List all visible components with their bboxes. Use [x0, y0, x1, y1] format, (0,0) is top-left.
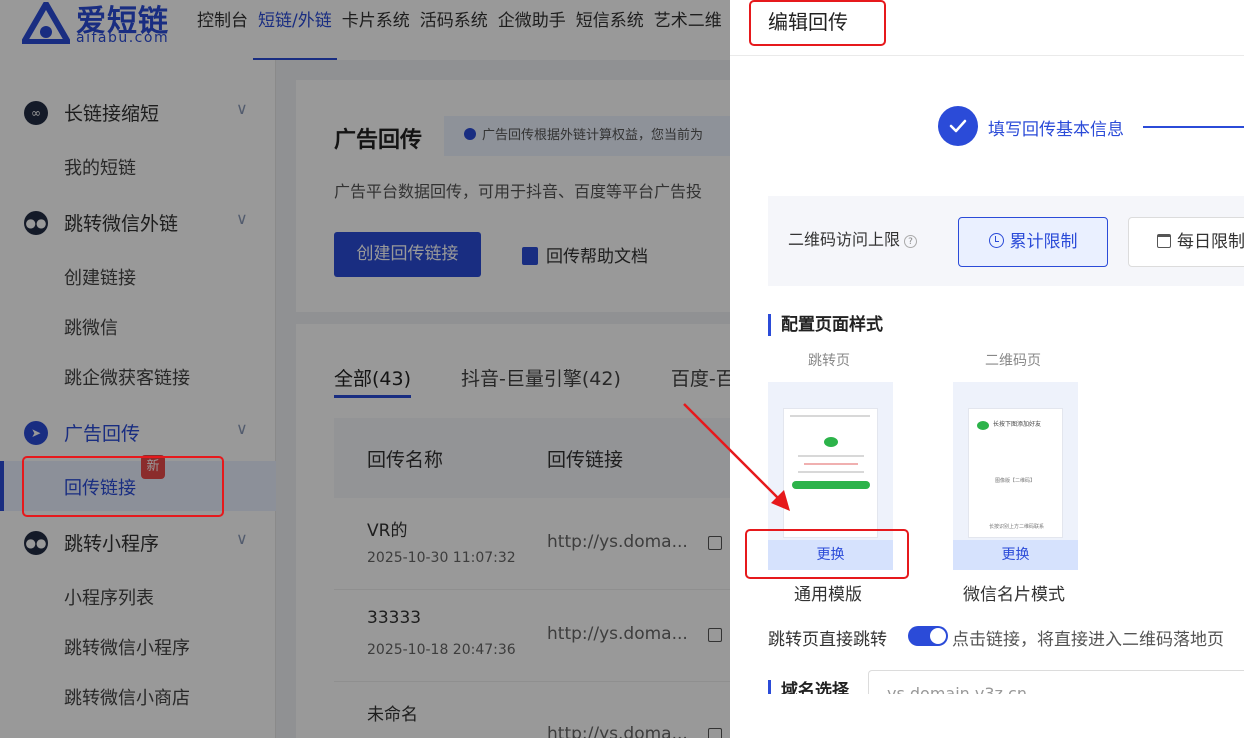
- template-preview: 长按下图添加好友 图像版【二维码】 长按识别上方二维码联系: [968, 408, 1063, 538]
- wechat-preview-icon: [824, 437, 838, 447]
- annotation-highlight-title: [749, 0, 886, 46]
- jump-page-label: 跳转页: [808, 353, 850, 369]
- template-preview: [783, 408, 878, 538]
- preview-qr-placeholder: 图像版【二维码】: [995, 478, 1036, 484]
- drawer-footer: [730, 694, 1244, 738]
- edit-callback-drawer: 编辑回传 填写回传基本信息 二维码访问上限? 累计限制 每日限制 配置页面样式 …: [730, 0, 1244, 738]
- direct-jump-label: 跳转页直接跳转: [768, 630, 887, 650]
- cumulative-limit-label: 累计限制: [1009, 232, 1078, 252]
- qr-access-limit-label: 二维码访问上限?: [788, 226, 918, 250]
- qr-access-limit-text: 二维码访问上限: [788, 230, 901, 249]
- cumulative-limit-button[interactable]: 累计限制: [958, 217, 1108, 267]
- annotation-highlight-sidebar: [22, 456, 224, 517]
- step-label-basic-info: 填写回传基本信息: [988, 120, 1124, 140]
- modal-overlay[interactable]: [0, 0, 730, 738]
- drawer-header-divider: [730, 55, 1244, 56]
- check-icon: [949, 119, 967, 133]
- annotation-highlight-change: [745, 529, 909, 579]
- question-icon[interactable]: ?: [904, 235, 918, 248]
- clock-icon: [988, 233, 1004, 248]
- change-qr-template-button[interactable]: 更换: [953, 540, 1078, 570]
- daily-limit-button[interactable]: 每日限制: [1128, 217, 1244, 267]
- preview-green-button: [792, 481, 870, 489]
- preview-text-line: [804, 463, 858, 465]
- wechat-preview-icon: [977, 421, 989, 430]
- qr-access-limit-row: 二维码访问上限? 累计限制 每日限制: [768, 196, 1244, 286]
- direct-jump-toggle[interactable]: [908, 626, 948, 646]
- qr-page-template[interactable]: 长按下图添加好友 图像版【二维码】 长按识别上方二维码联系 更换: [953, 382, 1078, 570]
- daily-limit-label: 每日限制: [1177, 232, 1244, 252]
- template-name-card: 微信名片模式: [963, 585, 1065, 605]
- page-style-section-title: 配置页面样式: [768, 314, 883, 336]
- step-connector: [1143, 126, 1244, 128]
- preview-title: 长按下图添加好友: [993, 421, 1042, 428]
- qr-page-label: 二维码页: [985, 353, 1041, 369]
- preview-text-line: [798, 471, 864, 473]
- calendar-icon: [1157, 234, 1171, 248]
- template-name-general: 通用模版: [794, 585, 862, 605]
- preview-hint: 长按识别上方二维码联系: [989, 524, 1045, 530]
- preview-text-line: [790, 415, 870, 417]
- preview-text-line: [798, 455, 864, 457]
- direct-jump-description: 点击链接，将直接进入二维码落地页: [952, 630, 1224, 650]
- step-complete-icon: [938, 106, 978, 146]
